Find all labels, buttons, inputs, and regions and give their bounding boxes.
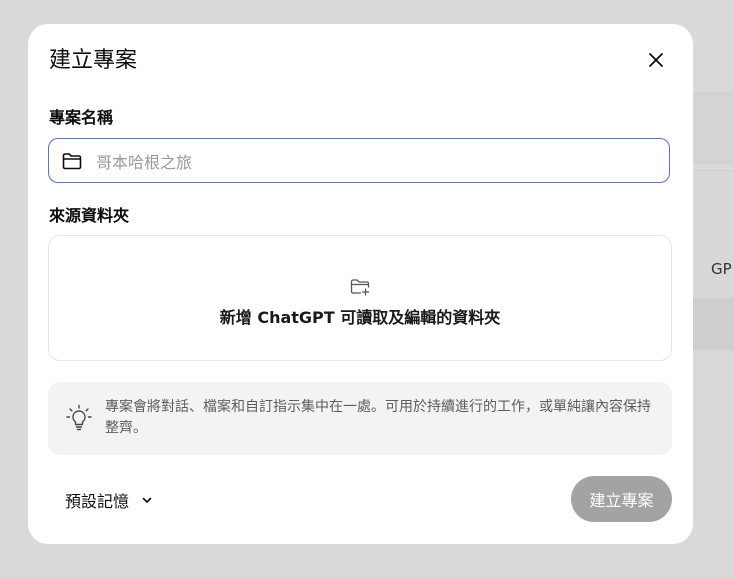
close-button[interactable] (640, 44, 672, 76)
folder-add-icon (350, 279, 370, 296)
add-folder-dropzone[interactable]: 新增 ChatGPT 可讀取及編輯的資料夾 (48, 235, 672, 361)
background-panel (693, 92, 734, 164)
lightbulb-icon (66, 404, 92, 431)
project-name-placeholder: 哥本哈根之旅 (96, 152, 193, 172)
project-name-label: 專案名稱 (49, 108, 114, 127)
project-name-input[interactable]: 哥本哈根之旅 (48, 138, 670, 183)
memory-label: 預設記憶 (65, 492, 130, 511)
memory-dropdown[interactable]: 預設記憶 (65, 488, 153, 512)
source-folder-label: 來源資料夾 (49, 206, 130, 225)
dialog-title: 建立專案 (49, 48, 138, 73)
tip-box: 專案會將對話、檔案和自訂指示集中在一處。可用於持續進行的工作，或單純讓內容保持整… (48, 382, 672, 455)
chevron-down-icon (141, 494, 153, 506)
background-text: GP (711, 260, 732, 278)
close-icon (649, 53, 663, 67)
background-panel (693, 298, 734, 350)
folder-icon (61, 150, 83, 172)
background-panel (693, 170, 734, 299)
create-project-button[interactable]: 建立專案 (571, 476, 672, 522)
create-project-dialog: 建立專案 專案名稱 哥本哈根之旅 來源資料夾 新增 ChatGPT 可讀取及編輯… (28, 24, 693, 544)
add-folder-text: 新增 ChatGPT 可讀取及編輯的資料夾 (219, 308, 501, 327)
tip-text: 專案會將對話、檔案和自訂指示集中在一處。可用於持續進行的工作，或單純讓內容保持整… (105, 399, 651, 436)
